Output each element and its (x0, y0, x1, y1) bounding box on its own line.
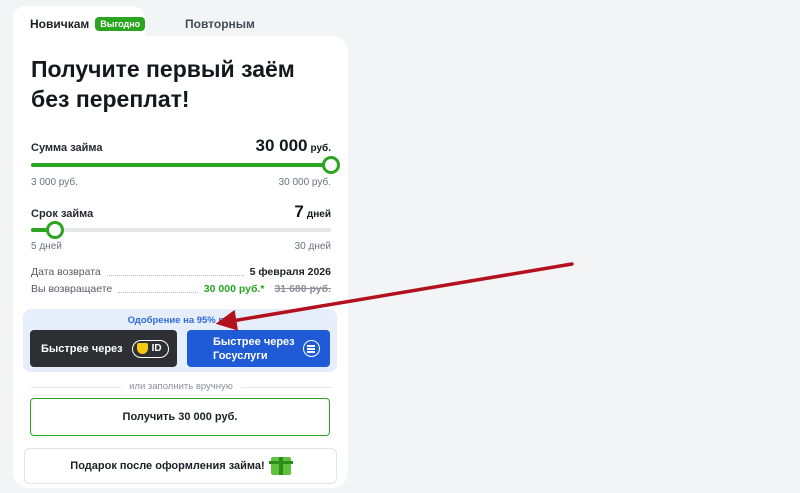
repay-value: 30 000 руб.* (203, 283, 265, 295)
shield-icon (136, 343, 148, 354)
amount-max: 30 000 руб. (278, 177, 331, 188)
approval-text: Одобрение на 95% вы (127, 315, 233, 326)
repay-row: Вы возвращаете 30 000 руб.* 31 680 руб. (31, 283, 331, 295)
amount-min: 3 000 руб. (31, 177, 78, 188)
fast-approval-box: Одобрение на 95% вы Быстрее через ID Быс… (23, 309, 337, 372)
amount-value: 30 000 руб. (255, 136, 332, 155)
term-range: 5 дней 30 дней (31, 241, 331, 252)
term-max: 30 дней (294, 241, 331, 252)
gift-text: Подарок после оформления займа! (70, 460, 265, 472)
profitable-badge: Выгодно (95, 17, 146, 31)
amount-slider[interactable] (31, 156, 340, 174)
dotted-leader (118, 291, 198, 293)
amount-slider-fill (31, 163, 331, 167)
id-badge: ID (131, 339, 169, 358)
repay-old-value: 31 680 руб. (274, 283, 331, 295)
amount-range: 3 000 руб. 30 000 руб. (31, 177, 331, 188)
gift-banner[interactable]: Подарок после оформления займа! (24, 448, 337, 484)
tab-newbies-label: Новичкам (30, 17, 90, 31)
term-slider-thumb[interactable] (46, 221, 64, 239)
sber-id-button[interactable]: Быстрее через ID (30, 330, 177, 367)
term-slider[interactable] (31, 221, 331, 239)
gosuslugi-button-label: Быстрее через Госуслуги (213, 335, 295, 362)
loan-calculator-card: Получите первый заём без переплат! Сумма… (13, 36, 348, 488)
tab-repeat-label: Повторным (185, 17, 255, 31)
term-header: Срок займа 7 дней (31, 202, 331, 222)
dotted-leader (106, 274, 244, 276)
amount-label: Сумма займа (31, 142, 103, 154)
return-date-label: Дата возврата (31, 266, 101, 278)
id-text: ID (151, 343, 162, 354)
gosuslugi-icon (303, 340, 320, 357)
return-date-value: 5 февраля 2026 (249, 266, 331, 278)
gift-icon (268, 457, 293, 475)
term-min: 5 дней (31, 241, 62, 252)
get-loan-button[interactable]: Получить 30 000 руб. (30, 398, 330, 436)
amount-slider-thumb[interactable] (322, 156, 340, 174)
return-date-row: Дата возврата 5 февраля 2026 (31, 266, 331, 278)
gosuslugi-button[interactable]: Быстрее через Госуслуги (187, 330, 330, 367)
manual-fill-divider: или заполнить вручную (31, 381, 331, 392)
page-title: Получите первый заём без переплат! (31, 56, 295, 112)
term-value: 7 дней (294, 202, 331, 221)
amount-header: Сумма займа 30 000 руб. (31, 136, 331, 156)
sber-id-button-label: Быстрее через (41, 342, 123, 355)
repay-label: Вы возвращаете (31, 283, 113, 295)
term-label: Срок займа (31, 208, 94, 220)
